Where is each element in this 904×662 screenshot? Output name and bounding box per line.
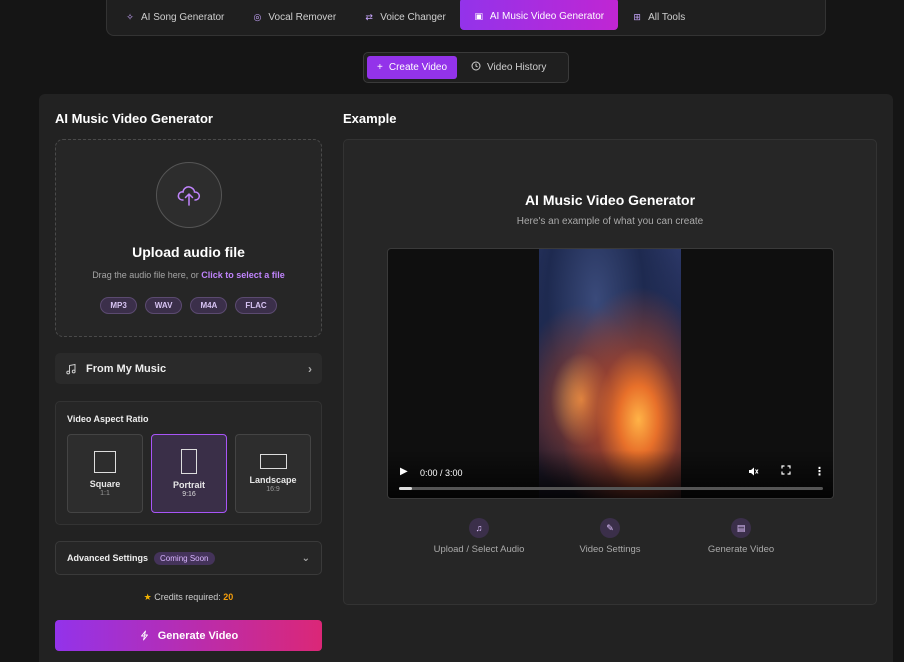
format-badge: MP3 <box>100 297 137 314</box>
square-shape-icon <box>94 450 116 473</box>
music-note-icon: ♫ <box>469 518 489 538</box>
tab-create-video[interactable]: + Create Video <box>367 56 458 79</box>
nav-all-tools[interactable]: ⊞ All Tools <box>618 3 699 33</box>
video-progress-fill <box>399 487 412 490</box>
plus-icon: + <box>377 62 383 73</box>
portrait-shape-icon <box>181 449 197 474</box>
step-generate-video: ▤ Generate Video <box>676 518 806 555</box>
tab-label: Create Video <box>388 62 448 73</box>
generate-video-button[interactable]: Generate Video <box>55 620 322 651</box>
nav-ai-music-video-generator[interactable]: ▣ AI Music Video Generator <box>459 0 619 30</box>
film-icon: ▣ <box>474 11 484 21</box>
coming-soon-badge: Coming Soon <box>154 551 215 565</box>
chevron-right-icon: › <box>308 361 312 376</box>
clock-icon <box>471 61 481 74</box>
mode-tabs: + Create Video Video History <box>363 52 569 83</box>
play-icon[interactable]: ▶ <box>400 466 408 477</box>
example-title: AI Music Video Generator <box>524 192 696 208</box>
advanced-settings-label: Advanced Settings <box>67 553 149 563</box>
nav-vocal-remover[interactable]: ◎ Vocal Remover <box>238 3 350 33</box>
aspect-option-ratio: 1:1 <box>100 489 110 497</box>
credits-required: ★ Credits required: 20 <box>55 592 322 603</box>
aspect-ratio-title: Video Aspect Ratio <box>67 414 149 424</box>
nav-voice-changer[interactable]: ⇄ Voice Changer <box>350 3 460 33</box>
clapperboard-icon: ▤ <box>731 518 751 538</box>
chevron-down-icon: ⌄ <box>301 552 310 564</box>
video-time: 0:00 / 3:00 <box>420 468 463 478</box>
nav-label: AI Music Video Generator <box>489 11 605 22</box>
example-section-title: Example <box>343 111 397 126</box>
top-nav: ✧ AI Song Generator ◎ Vocal Remover ⇄ Vo… <box>106 0 826 36</box>
video-progress-bar[interactable] <box>399 487 823 490</box>
step-upload: ♫ Upload / Select Audio <box>414 518 544 555</box>
aspect-option-ratio: 16:9 <box>266 486 280 493</box>
mute-icon[interactable] <box>748 466 759 480</box>
star-icon: ★ <box>143 592 152 602</box>
upload-dropzone[interactable]: Upload audio file Drag the audio file he… <box>55 139 322 337</box>
fullscreen-icon[interactable] <box>781 465 791 478</box>
step-video-settings: ✎ Video Settings <box>545 518 675 555</box>
aspect-option-landscape[interactable]: Landscape 16:9 <box>235 434 311 513</box>
music-note-icon <box>66 363 76 374</box>
aspect-option-label: Portrait <box>172 480 205 490</box>
lightning-icon <box>140 630 148 641</box>
nav-label: Voice Changer <box>380 12 446 23</box>
sparkle-icon: ✧ <box>126 12 134 22</box>
upload-icon-circle <box>156 162 222 228</box>
aspect-option-portrait[interactable]: Portrait 9:16 <box>151 434 227 513</box>
aspect-ratio-panel: Video Aspect Ratio Square 1:1 Portrait 9… <box>55 401 322 525</box>
from-my-music-label: From My Music <box>86 362 167 375</box>
step-label: Upload / Select Audio <box>433 544 525 555</box>
format-badge: M4A <box>190 297 228 314</box>
more-options-icon[interactable]: ⋮ <box>814 465 825 478</box>
credits-label: Credits required: <box>154 592 224 602</box>
left-section-title: AI Music Video Generator <box>55 111 213 126</box>
grid-icon: ⊞ <box>633 12 641 22</box>
palette-icon: ✎ <box>600 518 620 538</box>
step-label: Video Settings <box>579 544 641 555</box>
tab-video-history[interactable]: Video History <box>461 56 556 79</box>
credits-value: 20 <box>223 592 234 602</box>
example-subtitle: Here's an example of what you can create <box>516 216 704 227</box>
example-video-player[interactable]: ▶ 0:00 / 3:00 ⋮ <box>387 248 834 499</box>
select-file-link[interactable]: Click to select a file <box>201 270 285 280</box>
aspect-option-square[interactable]: Square 1:1 <box>67 434 143 513</box>
example-panel: AI Music Video Generator Here's an examp… <box>343 139 877 605</box>
aspect-option-ratio: 9:16 <box>182 491 196 498</box>
tab-label: Video History <box>487 62 547 73</box>
format-badge: FLAC <box>235 297 277 314</box>
upload-hint: Drag the audio file here, or <box>92 270 202 280</box>
aspect-option-label: Landscape <box>249 475 297 485</box>
step-label: Generate Video <box>707 544 775 555</box>
main-panel: AI Music Video Generator Example Upload … <box>39 94 893 662</box>
format-badges: MP3 WAV M4A FLAC <box>56 297 321 314</box>
upload-title: Upload audio file <box>132 244 245 260</box>
format-badge: WAV <box>144 297 183 314</box>
swap-icon: ⇄ <box>365 12 373 22</box>
aspect-option-label: Square <box>89 478 121 489</box>
nav-label: All Tools <box>648 12 686 23</box>
nav-label: AI Song Generator <box>141 12 225 23</box>
generate-video-label: Generate Video <box>157 629 239 642</box>
video-controls: ▶ 0:00 / 3:00 ⋮ <box>388 450 833 498</box>
from-my-music-button[interactable]: From My Music › <box>55 353 322 384</box>
upload-subtitle: Drag the audio file here, or Click to se… <box>56 270 321 280</box>
nav-label: Vocal Remover <box>268 12 337 23</box>
cloud-upload-icon <box>177 186 201 206</box>
advanced-settings-toggle[interactable]: Advanced Settings Coming Soon ⌄ <box>55 541 322 575</box>
nav-ai-song-generator[interactable]: ✧ AI Song Generator <box>111 3 238 33</box>
landscape-shape-icon <box>259 454 287 469</box>
disc-icon: ◎ <box>253 12 262 22</box>
